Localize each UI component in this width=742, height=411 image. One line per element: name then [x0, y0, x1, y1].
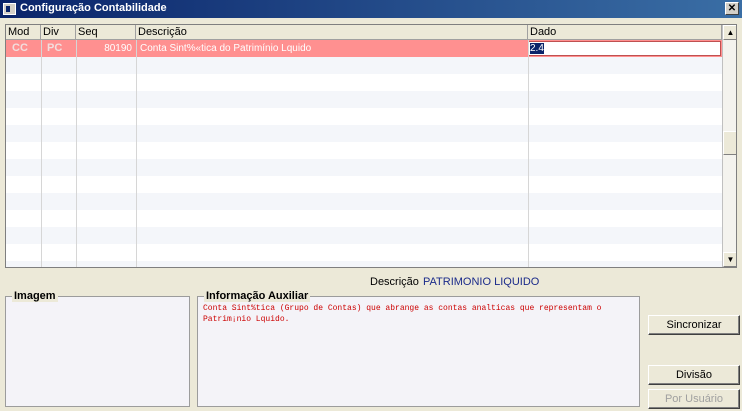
column-header-descricao[interactable]: Descrição — [136, 25, 528, 40]
close-button[interactable]: ✕ — [725, 2, 739, 15]
divisao-button[interactable]: Divisão — [648, 365, 740, 385]
dado-input[interactable]: 2.4 — [528, 41, 721, 56]
column-divider — [76, 40, 77, 267]
grid-header: Mod Div Seq Descrição Dado — [6, 25, 722, 40]
cell-div: PC — [47, 42, 63, 54]
cell-mod: CC — [12, 42, 28, 54]
description-value: PATRIMONIO LIQUIDO — [423, 276, 540, 288]
cell-seq: 80190 — [104, 43, 132, 54]
table-row-selected[interactable]: CC PC 80190 Conta Sint%«tica do Patrimín… — [6, 40, 722, 57]
dado-value: 2.4 — [530, 43, 544, 54]
column-header-dado[interactable]: Dado — [528, 25, 722, 40]
table-row[interactable] — [6, 176, 722, 193]
table-row[interactable] — [6, 57, 722, 74]
column-divider — [41, 40, 42, 267]
scroll-thumb[interactable] — [723, 131, 736, 155]
table-row[interactable] — [6, 159, 722, 176]
por-usuario-button[interactable]: Por Usuário — [648, 389, 740, 409]
imagem-groupbox: Imagem — [5, 290, 190, 407]
title-bar: Configuração Contabilidade ✕ — [0, 0, 742, 18]
scroll-down-icon[interactable]: ▼ — [723, 252, 736, 267]
table-row[interactable] — [6, 74, 722, 91]
sincronizar-button[interactable]: Sincronizar — [648, 315, 740, 335]
table-row[interactable] — [6, 210, 722, 227]
table-row[interactable] — [6, 261, 722, 267]
table-row[interactable] — [6, 108, 722, 125]
column-header-seq[interactable]: Seq — [76, 25, 136, 40]
table-row[interactable] — [6, 91, 722, 108]
column-header-mod[interactable]: Mod — [6, 25, 41, 40]
table-row[interactable] — [6, 142, 722, 159]
informacao-auxiliar-text[interactable]: Conta Sint%tica (Grupo de Contas) que ab… — [203, 303, 633, 325]
table-row[interactable] — [6, 244, 722, 261]
scroll-up-icon[interactable]: ▲ — [723, 25, 736, 40]
cell-descricao: Conta Sint%«tica do Patrimínio Lquido — [140, 43, 312, 54]
table-row[interactable] — [6, 193, 722, 210]
table-row[interactable] — [6, 125, 722, 142]
grid-rows: CC PC 80190 Conta Sint%«tica do Patrimín… — [6, 40, 722, 267]
vertical-scrollbar[interactable]: ▲ ▼ — [722, 25, 736, 267]
window-title: Configuração Contabilidade — [20, 2, 167, 14]
informacao-auxiliar-legend: Informação Auxiliar — [204, 290, 311, 302]
column-header-div[interactable]: Div — [41, 25, 76, 40]
app-icon — [3, 3, 16, 15]
table-row[interactable] — [6, 227, 722, 244]
informacao-auxiliar-groupbox: Informação Auxiliar Conta Sint%tica (Gru… — [197, 290, 640, 407]
column-divider — [136, 40, 137, 267]
data-grid[interactable]: Mod Div Seq Descrição Dado CC PC 80190 C… — [5, 24, 737, 268]
imagem-legend: Imagem — [12, 290, 58, 302]
description-label: Descrição — [370, 276, 419, 288]
column-divider — [528, 40, 529, 267]
